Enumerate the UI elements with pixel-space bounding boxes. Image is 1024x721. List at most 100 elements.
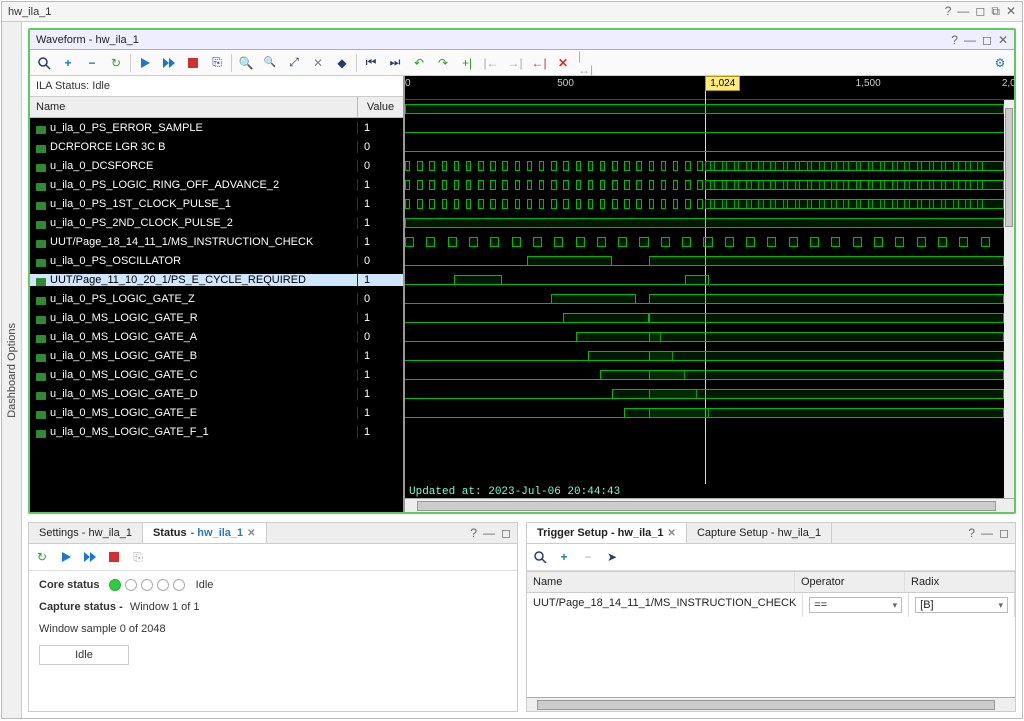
swap-button[interactable]: |↔| bbox=[577, 53, 597, 73]
signal-row[interactable]: u_ila_0_MS_LOGIC_GATE_C1 bbox=[30, 365, 403, 384]
minimize-icon[interactable]: — bbox=[957, 4, 969, 19]
signal-row[interactable]: u_ila_0_PS_1ST_CLOCK_PULSE_11 bbox=[30, 194, 403, 213]
signal-row[interactable]: u_ila_0_PS_LOGIC_RING_OFF_ADVANCE_21 bbox=[30, 175, 403, 194]
signal-name: u_ila_0_MS_LOGIC_GATE_F_1 bbox=[30, 426, 358, 438]
remove-button[interactable]: − bbox=[82, 53, 102, 73]
signal-row[interactable]: u_ila_0_MS_LOGIC_GATE_B1 bbox=[30, 346, 403, 365]
panel-max-icon[interactable]: ◻ bbox=[999, 526, 1009, 540]
tab-settings[interactable]: Settings - hw_ila_1 bbox=[29, 523, 143, 543]
wf-close-icon[interactable]: ✕ bbox=[998, 33, 1008, 47]
trig-hscroll[interactable] bbox=[527, 697, 1015, 711]
signal-row[interactable]: u_ila_0_MS_LOGIC_GATE_R1 bbox=[30, 308, 403, 327]
wave-vscroll[interactable] bbox=[1004, 100, 1014, 498]
cursor-label[interactable]: 1,024 bbox=[705, 76, 740, 91]
dashboard-options-tab[interactable]: Dashboard Options bbox=[2, 22, 22, 718]
signal-value: 1 bbox=[358, 179, 403, 191]
signal-name: DCRFORCE LGR 3C B bbox=[30, 141, 358, 153]
trig-remove-button[interactable]: − bbox=[578, 547, 598, 567]
skip-last-button[interactable]: ⏭ bbox=[385, 53, 405, 73]
signal-row[interactable]: u_ila_0_PS_ERROR_SAMPLE1 bbox=[30, 118, 403, 137]
refresh-button[interactable]: ↻ bbox=[106, 53, 126, 73]
tab-capture-setup[interactable]: Capture Setup - hw_ila_1 bbox=[687, 523, 832, 543]
close-icon[interactable]: ✕ bbox=[247, 528, 255, 539]
delete-marker-button[interactable]: ✕ bbox=[553, 53, 573, 73]
wave-hscroll[interactable] bbox=[405, 498, 1014, 512]
signal-row[interactable]: u_ila_0_MS_LOGIC_GATE_A0 bbox=[30, 327, 403, 346]
panel-help-icon[interactable]: ? bbox=[470, 526, 477, 540]
zoom-in-button[interactable]: 🔍 bbox=[236, 53, 256, 73]
close-icon[interactable]: ✕ bbox=[1006, 4, 1016, 19]
status-stop-button[interactable] bbox=[104, 547, 124, 567]
signal-row[interactable]: UUT/Page_18_14_11_1/MS_INSTRUCTION_CHECK… bbox=[30, 232, 403, 251]
tab-status[interactable]: Status - hw_ila_1 ✕ bbox=[143, 523, 267, 543]
signal-name: u_ila_0_MS_LOGIC_GATE_D bbox=[30, 388, 358, 400]
signal-value: 1 bbox=[358, 350, 403, 362]
status-ff-button[interactable] bbox=[80, 547, 100, 567]
capture-status-value: Window 1 of 1 bbox=[130, 601, 200, 613]
tab-trigger-setup[interactable]: Trigger Setup - hw_ila_1 ✕ bbox=[527, 523, 687, 543]
panel-min-icon[interactable]: — bbox=[981, 526, 993, 540]
panel-help-icon[interactable]: ? bbox=[968, 526, 975, 540]
fast-forward-button[interactable] bbox=[159, 53, 179, 73]
skip-first-button[interactable]: ⏮ bbox=[361, 53, 381, 73]
wf-max-icon[interactable]: ◻ bbox=[982, 33, 992, 47]
add-button[interactable]: + bbox=[58, 53, 78, 73]
signal-name: u_ila_0_PS_OSCILLATOR bbox=[30, 255, 358, 267]
wf-min-icon[interactable]: — bbox=[964, 33, 976, 47]
status-link-button[interactable]: ⎘ bbox=[128, 547, 148, 567]
trig-row-name[interactable]: UUT/Page_18_14_11_1/MS_INSTRUCTION_CHECK bbox=[527, 593, 803, 617]
search-button[interactable] bbox=[34, 53, 54, 73]
signal-row[interactable]: u_ila_0_MS_LOGIC_GATE_D1 bbox=[30, 384, 403, 403]
prev-tr-button[interactable]: |← bbox=[481, 53, 501, 73]
trig-col-operator[interactable]: Operator bbox=[795, 572, 905, 592]
signal-row[interactable]: u_ila_0_MS_LOGIC_GATE_F_11 bbox=[30, 422, 403, 441]
trigger-panel: Trigger Setup - hw_ila_1 ✕ Capture Setup… bbox=[526, 522, 1016, 712]
help-icon[interactable]: ? bbox=[945, 4, 952, 19]
trig-operator-select[interactable]: ==▾ bbox=[809, 597, 902, 613]
signal-name: u_ila_0_MS_LOGIC_GATE_B bbox=[30, 350, 358, 362]
zoom-fit-button[interactable]: ⤢ bbox=[284, 53, 304, 73]
wf-help-icon[interactable]: ? bbox=[951, 33, 958, 47]
signal-row[interactable]: DCRFORCE LGR 3C B0 bbox=[30, 137, 403, 156]
play-button[interactable] bbox=[135, 53, 155, 73]
signal-row[interactable]: UUT/Page_11_10_20_1/PS_E_CYCLE_REQUIRED1 bbox=[30, 270, 403, 289]
signal-row[interactable]: u_ila_0_MS_LOGIC_GATE_E1 bbox=[30, 403, 403, 422]
trig-add-button[interactable]: + bbox=[554, 547, 574, 567]
restore-icon[interactable]: ⧉ bbox=[991, 4, 1000, 19]
status-refresh-button[interactable]: ↻ bbox=[32, 547, 52, 567]
signal-row[interactable]: u_ila_0_PS_LOGIC_GATE_Z0 bbox=[30, 289, 403, 308]
chevron-down-icon: ▾ bbox=[998, 600, 1003, 611]
signal-row[interactable]: u_ila_0_PS_OSCILLATOR0 bbox=[30, 251, 403, 270]
next-tr-button[interactable]: →| bbox=[505, 53, 525, 73]
prev-edge-button[interactable]: ↶ bbox=[409, 53, 429, 73]
add-marker-button[interactable]: +| bbox=[457, 53, 477, 73]
close-icon[interactable]: ✕ bbox=[668, 528, 676, 539]
zoom-out-button[interactable]: 🔍 bbox=[260, 53, 280, 73]
outer-title: hw_ila_1 bbox=[8, 6, 945, 18]
signal-row[interactable]: u_ila_0_DCSFORCE0 bbox=[30, 156, 403, 175]
maximize-icon[interactable]: ◻ bbox=[975, 4, 985, 19]
signal-name: UUT/Page_18_14_11_1/MS_INSTRUCTION_CHECK bbox=[30, 236, 358, 248]
col-name-header[interactable]: Name bbox=[30, 97, 358, 117]
measure-button[interactable]: ✕ bbox=[308, 53, 328, 73]
stop-button[interactable] bbox=[183, 53, 203, 73]
col-value-header[interactable]: Value bbox=[358, 97, 403, 117]
trig-col-radix[interactable]: Radix bbox=[905, 572, 1015, 592]
panel-max-icon[interactable]: ◻ bbox=[501, 526, 511, 540]
waveform-view[interactable]: 05001,0001,5002,0 1,024 Updated at: 2023… bbox=[405, 76, 1014, 512]
window-sample: Window sample 0 of 2048 bbox=[39, 623, 507, 635]
trig-radix-select[interactable]: [B]▾ bbox=[915, 597, 1008, 613]
chevron-down-icon: ▾ bbox=[893, 600, 898, 611]
export-button[interactable]: ⎘ bbox=[207, 53, 227, 73]
trig-gate-button[interactable]: ➤ bbox=[602, 547, 622, 567]
marker-button[interactable]: ◆ bbox=[332, 53, 352, 73]
trig-col-name[interactable]: Name bbox=[527, 572, 795, 592]
next-edge-button[interactable]: ↷ bbox=[433, 53, 453, 73]
trig-search-button[interactable] bbox=[530, 547, 550, 567]
status-play-button[interactable] bbox=[56, 547, 76, 567]
settings-gear-button[interactable]: ⚙ bbox=[990, 53, 1010, 73]
panel-min-icon[interactable]: — bbox=[483, 526, 495, 540]
signal-value: 1 bbox=[358, 122, 403, 134]
prev-trig-button[interactable]: ←| bbox=[529, 53, 549, 73]
signal-row[interactable]: u_ila_0_PS_2ND_CLOCK_PULSE_21 bbox=[30, 213, 403, 232]
